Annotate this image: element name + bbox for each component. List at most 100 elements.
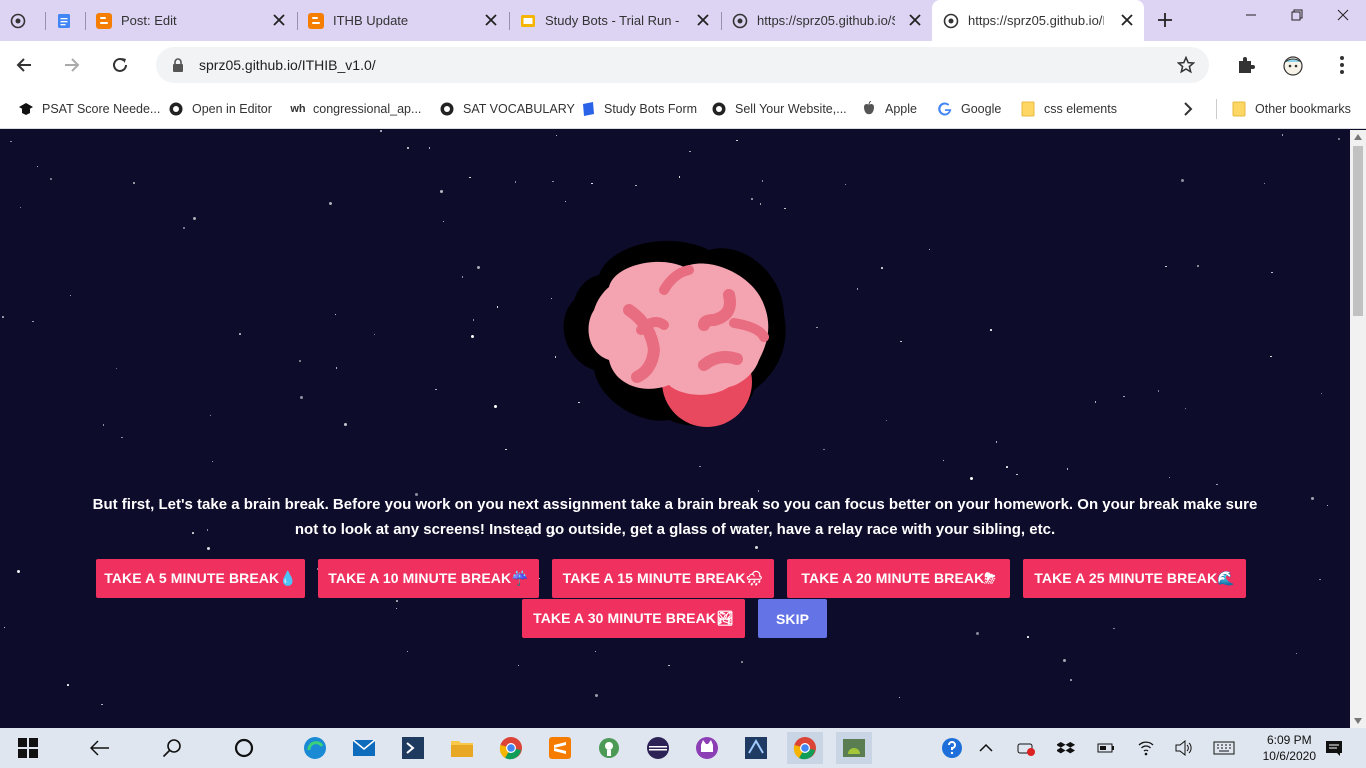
star: [10, 140, 12, 143]
sublime-text-icon[interactable]: [542, 732, 578, 764]
bookmark-open-in-editor[interactable]: Open in Editor: [168, 99, 272, 119]
tab-study-bots[interactable]: Study Bots - Trial Run - G: [520, 0, 720, 41]
break-5-minute-button[interactable]: TAKE A 5 MINUTE BREAK💧: [96, 559, 305, 598]
form-icon: [580, 101, 596, 117]
search-icon[interactable]: [154, 732, 190, 764]
star: [1123, 395, 1125, 398]
break-15-minute-button[interactable]: TAKE A 15 MINUTE BREAK🌧: [552, 559, 774, 598]
star: [1338, 138, 1340, 140]
close-window-button[interactable]: [1320, 0, 1366, 30]
keyboard-icon[interactable]: [1206, 732, 1242, 764]
windows-start-icon[interactable]: [10, 732, 46, 764]
star: [1157, 390, 1160, 392]
battery-icon[interactable]: [1088, 732, 1124, 764]
break-20-minute-button[interactable]: TAKE A 20 MINUTE BREAK⛈: [787, 559, 1010, 598]
eclipse-icon[interactable]: [640, 732, 676, 764]
star: [1113, 627, 1115, 629]
lock-icon: [172, 58, 184, 77]
tab-sprz-active[interactable]: https://sprz05.github.io/I: [932, 0, 1144, 41]
bookmark-apple[interactable]: Apple: [861, 99, 917, 119]
folder-icon: [1231, 101, 1247, 117]
chrome-running-icon[interactable]: [787, 732, 823, 764]
bookmark-label: Study Bots Form: [604, 102, 698, 116]
vscode-icon[interactable]: [738, 732, 774, 764]
star: [1066, 468, 1069, 470]
star: [517, 664, 520, 667]
star: [395, 607, 398, 610]
tab-1[interactable]: [10, 0, 44, 41]
powershell-icon[interactable]: [395, 732, 431, 764]
star: [1180, 178, 1184, 182]
profile-avatar-icon[interactable]: [1281, 53, 1305, 77]
notifications-icon[interactable]: [1316, 732, 1352, 764]
star: [1027, 636, 1029, 638]
close-icon[interactable]: [908, 13, 922, 27]
bookmark-google[interactable]: Google: [937, 99, 1001, 119]
cat-app-icon[interactable]: [689, 732, 725, 764]
menu-icon[interactable]: [1330, 53, 1354, 77]
brain-icon: [559, 235, 789, 430]
bookmark-sat-vocabulary[interactable]: SAT VOCABULARY: [439, 99, 575, 119]
cortana-icon[interactable]: [226, 732, 262, 764]
star: [50, 178, 52, 180]
chevron-up-icon[interactable]: [968, 732, 1004, 764]
star: [211, 460, 214, 463]
close-icon[interactable]: [1120, 13, 1134, 27]
star: [435, 388, 437, 391]
break-10-minute-button[interactable]: TAKE A 10 MINUTE BREAK☔: [318, 559, 539, 598]
scrollbar-thumb[interactable]: [1353, 146, 1363, 316]
bookmark-css-elements[interactable]: css elements: [1020, 99, 1117, 119]
star: [469, 176, 471, 179]
star-icon[interactable]: [1176, 55, 1196, 79]
star: [209, 414, 212, 417]
tab-sprz-s[interactable]: https://sprz05.github.io/S: [732, 0, 932, 41]
bookmark-other-bookmarks[interactable]: Other bookmarks: [1231, 99, 1351, 119]
star: [69, 294, 72, 297]
bookmark-congressional[interactable]: wh congressional_ap...: [289, 99, 421, 119]
back-button[interactable]: [12, 53, 36, 77]
star: [755, 546, 759, 550]
volume-icon[interactable]: [1166, 732, 1202, 764]
break-30-minute-button[interactable]: TAKE A 30 MINUTE BREAK🏞: [522, 599, 745, 638]
star: [898, 696, 901, 699]
bookmark-psat[interactable]: PSAT Score Neede...: [18, 99, 160, 119]
break-25-minute-button[interactable]: TAKE A 25 MINUTE BREAK🌊: [1023, 559, 1246, 598]
help-icon[interactable]: [934, 732, 970, 764]
restore-button[interactable]: [1274, 0, 1320, 30]
bookmark-study-bots-form[interactable]: Study Bots Form: [580, 99, 697, 119]
tab-post-edit[interactable]: Post: Edit: [96, 0, 296, 41]
android-studio-icon[interactable]: [836, 732, 872, 764]
skip-button[interactable]: SKIP: [758, 599, 827, 638]
tab-ithb-update[interactable]: ITHB Update: [308, 0, 508, 41]
bookmark-sell-your-website[interactable]: Sell Your Website,...: [711, 99, 847, 119]
edge-icon[interactable]: [297, 732, 333, 764]
page-content: But first, Let's take a brain break. Bef…: [0, 130, 1350, 728]
star: [115, 367, 118, 370]
dropbox-icon[interactable]: [1048, 732, 1084, 764]
chevron-right-icon[interactable]: [1182, 99, 1194, 119]
star: [19, 206, 22, 209]
close-icon[interactable]: [484, 13, 498, 27]
chrome-icon[interactable]: [493, 732, 529, 764]
tab-title: https://sprz05.github.io/S: [757, 13, 895, 28]
star: [1165, 265, 1167, 268]
star: [2, 316, 4, 318]
page-scrollbar[interactable]: [1350, 130, 1366, 728]
forward-button[interactable]: [60, 53, 84, 77]
close-icon[interactable]: [272, 13, 286, 27]
network-status-icon[interactable]: [1008, 732, 1044, 764]
reload-button[interactable]: [108, 53, 132, 77]
github-desktop-icon[interactable]: [591, 732, 627, 764]
minimize-button[interactable]: [1228, 0, 1274, 30]
close-icon[interactable]: [696, 13, 710, 27]
star: [1184, 407, 1187, 410]
address-bar[interactable]: sprz05.github.io/ITHIB_v1.0/: [156, 47, 1209, 83]
file-explorer-icon[interactable]: [444, 732, 480, 764]
star: [476, 265, 480, 269]
extensions-icon[interactable]: [1234, 53, 1258, 77]
wifi-icon[interactable]: [1128, 732, 1164, 764]
clock[interactable]: 6:09 PM 10/6/2020: [1263, 732, 1316, 764]
new-tab-button[interactable]: [1153, 8, 1177, 32]
mail-icon[interactable]: [346, 732, 382, 764]
back-arrow-icon[interactable]: [82, 732, 118, 764]
